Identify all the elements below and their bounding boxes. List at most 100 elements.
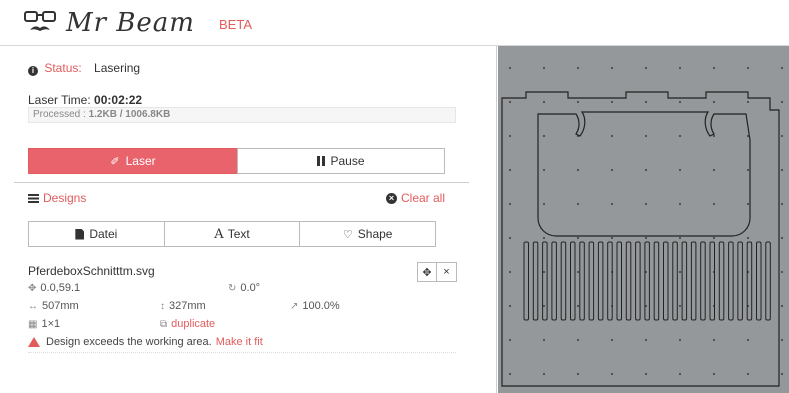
close-circle-icon: ×	[386, 192, 397, 204]
grid-dot	[543, 373, 545, 375]
working-area-warning: Design exceeds the working area. Make it…	[28, 336, 456, 353]
grid-dot	[611, 67, 613, 69]
grid-dot	[679, 203, 681, 205]
slot	[616, 241, 622, 321]
grid-dot	[781, 203, 783, 205]
processed-label: Processed :	[33, 109, 86, 120]
grid-field[interactable]: ▦ 1×1	[28, 318, 60, 330]
scale-field[interactable]: ↗ 100.0%	[290, 300, 340, 312]
slot	[588, 241, 595, 321]
grid-dot	[611, 237, 613, 239]
horizontal-arrows-icon: ↔	[28, 300, 38, 312]
grid-dot	[747, 237, 749, 239]
slot	[681, 241, 688, 321]
height-value: 327mm	[169, 300, 206, 312]
grid-dot	[679, 169, 681, 171]
grid-dot	[509, 305, 511, 307]
slot	[523, 241, 529, 321]
slot	[644, 241, 650, 321]
grid-dot	[509, 373, 511, 375]
grid-dot	[509, 339, 511, 341]
grid-dot	[781, 237, 783, 239]
grid-dot	[713, 101, 715, 103]
grid-dot	[679, 373, 681, 375]
laser-button[interactable]: ✐ Laser	[28, 148, 238, 174]
grid-dot	[577, 203, 579, 205]
add-shape-button[interactable]: ♡ Shape	[300, 222, 436, 246]
slot	[672, 241, 678, 321]
width-field[interactable]: ↔ 507mm	[28, 300, 79, 312]
grid-dot	[713, 67, 715, 69]
add-file-button[interactable]: Datei	[29, 222, 165, 246]
resize-icon: ↗	[290, 300, 299, 312]
duplicate-button[interactable]: ⧉ duplicate	[160, 318, 215, 330]
grid-dot	[713, 135, 715, 137]
grid-dot	[747, 101, 749, 103]
clear-all-button[interactable]: × Clear all	[386, 191, 445, 205]
slot	[709, 241, 715, 321]
grid-dot	[781, 67, 783, 69]
grid-value: 1×1	[41, 318, 61, 330]
grid-dot	[543, 271, 545, 273]
add-shape-label: Shape	[357, 227, 393, 241]
grid-dot	[543, 101, 545, 103]
move-button[interactable]: ✥	[418, 263, 437, 281]
pause-button-label: Pause	[330, 154, 365, 168]
slot	[560, 241, 567, 321]
slot	[570, 241, 576, 321]
grid-dot	[747, 203, 749, 205]
grid-dot	[577, 101, 579, 103]
grid-dot	[679, 135, 681, 137]
slot	[690, 241, 697, 321]
slot	[579, 241, 585, 321]
slot	[737, 241, 743, 321]
processed-value: 1.2KB / 1006.8KB	[88, 109, 171, 120]
slot	[551, 241, 557, 321]
height-field[interactable]: ↕ 327mm	[160, 300, 206, 312]
grid-dot	[543, 169, 545, 171]
grid-dot	[543, 339, 545, 341]
move-icon: ✥	[422, 266, 432, 279]
grid-dot	[509, 203, 511, 205]
add-text-label: Text	[227, 227, 250, 241]
divider	[14, 182, 469, 183]
grid-dot	[645, 203, 647, 205]
grid-dot	[645, 169, 647, 171]
grid-icon: ▦	[28, 318, 38, 330]
remove-design-button[interactable]: ×	[437, 263, 456, 281]
position-value: 0.0,59.1	[40, 282, 81, 294]
glasses-mustache-icon	[24, 11, 56, 31]
grid-dot	[611, 373, 613, 375]
designs-link[interactable]: Designs	[28, 191, 86, 205]
rotation-field[interactable]: ↻ 0.0°	[228, 282, 260, 294]
slot	[532, 241, 539, 321]
laser-time-value: 00:02:22	[94, 93, 143, 107]
grid-dot	[781, 271, 783, 273]
working-area-preview[interactable]	[498, 46, 789, 393]
make-it-fit-link[interactable]: Make it fit	[216, 336, 263, 348]
grid-dot	[713, 237, 715, 239]
cutout-handle	[537, 111, 751, 237]
grid-dot	[543, 135, 545, 137]
grid-dot	[577, 271, 579, 273]
slot	[718, 241, 725, 321]
design-preview-canvas[interactable]	[498, 46, 789, 393]
grid-dot	[645, 67, 647, 69]
position-field[interactable]: ✥ 0.0,59.1	[28, 282, 80, 294]
add-design-buttons: Datei A Text ♡ Shape	[28, 221, 436, 247]
width-value: 507mm	[42, 300, 79, 312]
control-panel: i Status: Lasering Laser Time: 00:02:22 …	[0, 46, 497, 393]
grid-dot	[577, 169, 579, 171]
pause-icon	[317, 156, 326, 166]
slot	[635, 241, 641, 321]
grid-dot	[509, 67, 511, 69]
slot	[653, 241, 660, 321]
grid-dot	[509, 135, 511, 137]
add-text-button[interactable]: A Text	[164, 222, 301, 246]
grid-dot	[781, 373, 783, 375]
pause-button[interactable]: Pause	[237, 148, 445, 174]
clear-all-label: Clear all	[401, 191, 446, 205]
grid-dot	[611, 135, 613, 137]
list-icon	[28, 193, 39, 203]
copy-icon: ⧉	[160, 318, 168, 330]
